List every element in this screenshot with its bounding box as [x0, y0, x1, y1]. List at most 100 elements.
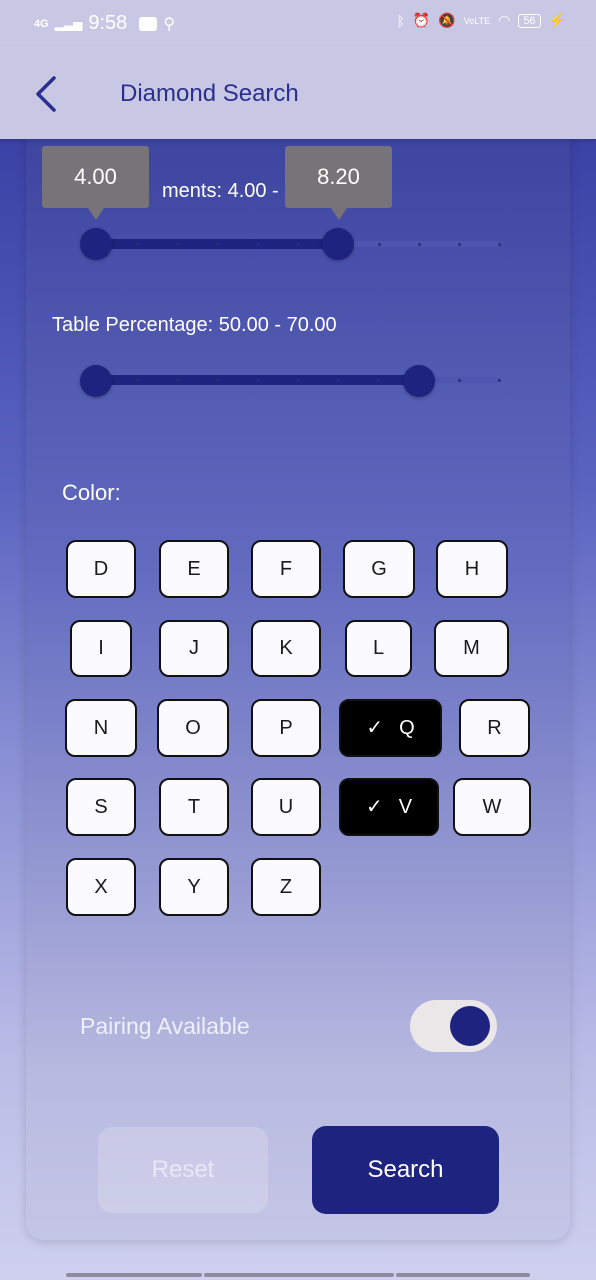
color-chip-label: D — [93, 558, 109, 580]
color-chip-label: L — [372, 637, 385, 659]
color-chip-label: S — [94, 796, 108, 818]
table-percentage-max-thumb[interactable] — [403, 365, 435, 397]
check-icon: ✓ — [365, 796, 383, 818]
color-chip-label: M — [463, 637, 480, 659]
signal-icon: ▂▃▅ — [54, 16, 83, 31]
color-chip-label: N — [93, 717, 109, 739]
color-chip-r[interactable]: R — [459, 699, 530, 757]
measurements-tick — [216, 243, 219, 246]
app-bar: Diamond Search — [0, 46, 596, 139]
color-chip-label: X — [94, 876, 108, 898]
status-time: 9:58 — [88, 12, 128, 34]
color-chip-n[interactable]: N — [65, 699, 137, 757]
nav-hint — [204, 1273, 394, 1277]
nav-hint — [396, 1273, 530, 1277]
color-chip-label: J — [189, 637, 199, 659]
page-title: Diamond Search — [120, 80, 299, 107]
color-chip-label: Z — [279, 876, 293, 898]
back-arrow-icon[interactable] — [32, 74, 62, 114]
battery-indicator: 56 — [518, 13, 541, 28]
search-button[interactable]: Search — [312, 1126, 499, 1214]
color-chip-j[interactable]: J — [159, 620, 229, 677]
color-chip-e[interactable]: E — [159, 540, 229, 598]
check-icon: ✓ — [366, 717, 384, 739]
pairing-toggle-knob[interactable] — [450, 1006, 490, 1046]
color-chip-label: Q — [399, 717, 415, 739]
nav-hint — [66, 1273, 202, 1277]
measurements-tick — [378, 243, 381, 246]
color-chip-label: W — [482, 796, 502, 818]
color-chip-t[interactable]: T — [159, 778, 229, 836]
table-percentage-tick — [498, 379, 501, 382]
measurements-tick — [458, 243, 461, 246]
reset-button[interactable]: Reset — [98, 1127, 268, 1213]
color-chip-y[interactable]: Y — [159, 858, 229, 916]
color-chip-label: U — [278, 796, 294, 818]
color-chip-u[interactable]: U — [251, 778, 321, 836]
youtube-icon — [139, 16, 158, 31]
table-percentage-min-thumb[interactable] — [80, 365, 112, 397]
color-chip-x[interactable]: X — [66, 858, 136, 916]
volte-icon: VoLTE — [463, 15, 491, 26]
color-chip-o[interactable]: O — [157, 699, 229, 757]
color-chip-label: P — [279, 717, 293, 739]
measurements-min-tooltip: 4.00 — [42, 146, 149, 220]
network-type: 4G — [34, 17, 49, 30]
color-chip-i[interactable]: I — [70, 620, 132, 677]
table-percentage-tick — [216, 379, 219, 382]
measurements-min-thumb[interactable] — [80, 228, 112, 260]
color-chip-label: R — [487, 717, 502, 739]
color-chip-label: I — [98, 637, 104, 659]
color-chip-h[interactable]: H — [436, 540, 508, 598]
color-chip-p[interactable]: P — [251, 699, 321, 757]
color-chip-s[interactable]: S — [66, 778, 136, 836]
color-chip-label: O — [185, 717, 201, 739]
table-percentage-tick — [337, 379, 340, 382]
color-chip-label: F — [279, 558, 293, 580]
color-chip-f[interactable]: F — [251, 540, 321, 598]
status-bar: 4G ▂▃▅ 9:58 ⚲ ᛒ ⏰ 🔕 VoLTE ◠ 56 ⚡ — [0, 0, 596, 46]
color-chip-w[interactable]: W — [453, 778, 531, 836]
measurements-tick — [418, 243, 421, 246]
status-bar-right: ᛒ ⏰ 🔕 VoLTE ◠ 56 ⚡ — [396, 12, 566, 29]
color-chip-label: E — [187, 558, 201, 580]
color-chip-v[interactable]: ✓ V — [339, 778, 439, 836]
color-chip-k[interactable]: K — [251, 620, 321, 677]
mute-icon: 🔕 — [438, 12, 456, 28]
table-percentage-tick — [176, 379, 179, 382]
table-percentage-tick — [136, 379, 139, 382]
pairing-label: Pairing Available — [80, 1013, 250, 1039]
color-chip-m[interactable]: M — [434, 620, 509, 677]
measurements-max-tooltip: 8.20 — [285, 146, 392, 220]
table-percentage-tick — [377, 379, 380, 382]
color-chip-l[interactable]: L — [345, 620, 412, 677]
measurements-tick — [257, 243, 260, 246]
wifi-icon: ◠ — [498, 12, 511, 28]
measurements-label: ments: 4.00 - — [162, 180, 279, 202]
usb-icon: ⚲ — [163, 15, 176, 33]
color-chip-label: H — [464, 558, 480, 580]
filter-card — [26, 120, 570, 1240]
color-chip-q[interactable]: ✓ Q — [339, 699, 442, 757]
alarm-icon: ⏰ — [412, 12, 431, 28]
measurements-tick — [176, 243, 179, 246]
color-chip-d[interactable]: D — [66, 540, 136, 598]
color-chip-label: V — [398, 796, 413, 818]
measurements-tick — [498, 243, 501, 246]
bluetooth-icon: ᛒ — [396, 12, 405, 29]
table-percentage-tick — [257, 379, 260, 382]
status-bar-left: 4G ▂▃▅ 9:58 ⚲ — [34, 12, 175, 35]
color-label: Color: — [62, 480, 121, 505]
charging-icon: ⚡ — [548, 12, 566, 28]
measurements-tick — [136, 243, 139, 246]
battery-level: 56 — [523, 14, 536, 27]
color-chip-label: Y — [187, 876, 201, 898]
color-chip-label: G — [371, 558, 387, 580]
color-chip-label: T — [187, 796, 201, 818]
color-chip-z[interactable]: Z — [251, 858, 321, 916]
measurements-tick — [297, 243, 300, 246]
measurements-max-thumb[interactable] — [322, 228, 354, 260]
table-percentage-label: Table Percentage: 50.00 - 70.00 — [52, 314, 337, 336]
table-percentage-tick — [458, 379, 461, 382]
color-chip-g[interactable]: G — [343, 540, 415, 598]
